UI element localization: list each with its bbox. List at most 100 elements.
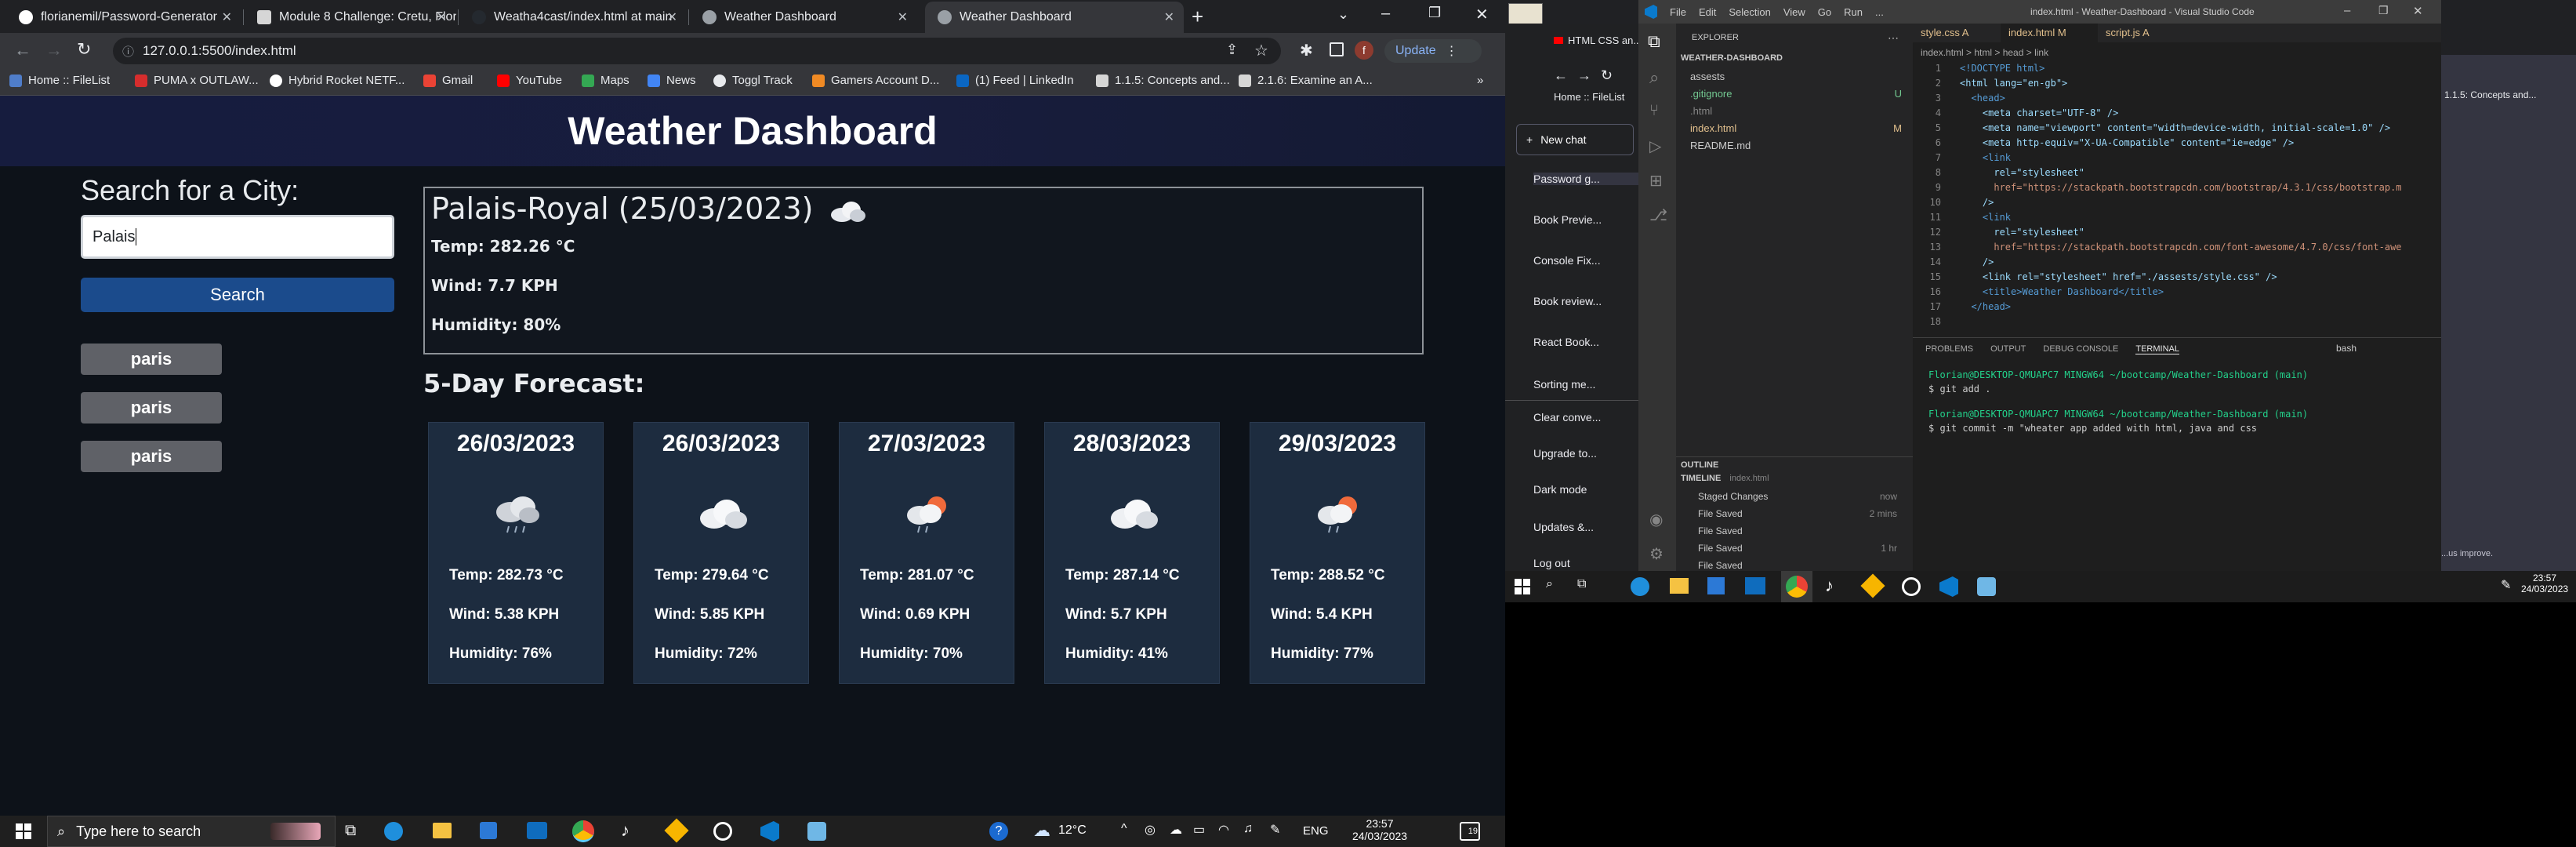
code-line[interactable]: 15 <link rel="stylesheet" href="./assest…	[1913, 271, 2441, 286]
account-icon[interactable]: ◉	[1649, 510, 1663, 529]
close-icon[interactable]: ✕	[222, 9, 232, 25]
source-control-icon[interactable]: ⑂	[1649, 102, 1659, 120]
search-button[interactable]: Search	[81, 278, 394, 312]
explorer-icon[interactable]: ⧉	[1648, 31, 1660, 52]
star-icon[interactable]: ☆	[1254, 41, 1268, 60]
bookmark-item[interactable]: 2.1.6: Examine an A...	[1239, 74, 1373, 87]
task-view-icon[interactable]: ⧉	[345, 822, 356, 840]
code-line[interactable]: 7 <link	[1913, 152, 2441, 167]
timeline-item[interactable]: File Saved	[1698, 525, 1897, 536]
code-line[interactable]: 1 <!DOCTYPE html>	[1913, 63, 2441, 78]
code-editor[interactable]: style.css A index.html M script.js A ind…	[1913, 24, 2441, 337]
reload-icon[interactable]: ↻	[77, 39, 91, 60]
code-line[interactable]: 18	[1913, 316, 2441, 331]
menu-view[interactable]: View	[1783, 6, 1805, 18]
panel-tab-problems[interactable]: PROBLEMS	[1925, 344, 1973, 354]
code-line[interactable]: 4 <meta charset="UTF-8" />	[1913, 107, 2441, 122]
code-line[interactable]: 10 />	[1913, 197, 2441, 212]
panel-tab-debug-console[interactable]: DEBUG CONSOLE	[2043, 344, 2118, 354]
extensions-icon[interactable]: ✱	[1300, 41, 1313, 60]
bookmark-item[interactable]: PUMA x OUTLAW...	[135, 74, 259, 87]
code-line[interactable]: 14 />	[1913, 256, 2441, 271]
volume-icon[interactable]: ♫	[1243, 822, 1253, 836]
battery-icon[interactable]: ▭	[1193, 822, 1205, 838]
chat-tab[interactable]: HTML CSS an...	[1554, 35, 1642, 46]
edge-icon[interactable]	[1631, 577, 1649, 596]
menu-run[interactable]: Run	[1844, 6, 1863, 18]
share-icon[interactable]: ⇪	[1226, 42, 1238, 58]
bookmark-item[interactable]: Home :: FileList	[9, 74, 110, 87]
bookmark-item[interactable]: (1) Feed | LinkedIn	[956, 74, 1074, 87]
bookmark-item[interactable]: Hybrid Rocket NETF...	[270, 74, 405, 87]
logout-button[interactable]: Log out	[1533, 557, 1651, 569]
menu-edit[interactable]: Edit	[1699, 6, 1716, 18]
timeline-item[interactable]: File Saved 1 hr	[1698, 543, 1897, 554]
tab-style-css[interactable]: style.css A	[1913, 24, 2001, 42]
search-icon[interactable]: ⌕	[1546, 577, 1553, 591]
code-line[interactable]: 3 <head>	[1913, 93, 2441, 107]
avatar[interactable]: f	[1355, 41, 1373, 60]
clock[interactable]: 23:57 24/03/2023	[2521, 573, 2568, 594]
code-line[interactable]: 8 rel="stylesheet"	[1913, 167, 2441, 182]
file-explorer-icon[interactable]	[433, 823, 452, 838]
chat-history-item[interactable]: React Book...	[1533, 336, 1651, 348]
store-icon[interactable]	[1707, 577, 1725, 594]
vscode-icon[interactable]	[1939, 576, 1958, 597]
wifi-icon[interactable]: ◠	[1218, 822, 1229, 838]
windows-start-icon[interactable]	[16, 823, 31, 839]
menu-file[interactable]: File	[1670, 6, 1686, 18]
timeline-section[interactable]: TIMELINE index.html	[1681, 474, 1769, 483]
windows-start-icon[interactable]	[1515, 579, 1530, 594]
more-icon[interactable]: ⋯	[1888, 31, 1899, 45]
code-line[interactable]: 9 href="https://stackpath.bootstrapcdn.c…	[1913, 182, 2441, 197]
app-icon[interactable]	[1902, 577, 1921, 596]
code-line[interactable]: 17 </head>	[1913, 301, 2441, 316]
back-icon[interactable]: ←	[1554, 67, 1568, 84]
update-button[interactable]: Update ⋮	[1384, 39, 1482, 63]
taskbar-search[interactable]: ⌕ Type here to search	[47, 816, 336, 847]
minimize-icon[interactable]: –	[1381, 5, 1390, 23]
file-item[interactable]: assests	[1690, 71, 1902, 82]
new-tab-button[interactable]: +	[1192, 5, 1203, 29]
chevron-up-icon[interactable]: ^	[1121, 822, 1127, 836]
file-item[interactable]: .gitignore U	[1690, 88, 1902, 100]
restore-icon[interactable]: ❐	[2378, 4, 2389, 17]
bookmark-item[interactable]: YouTube	[497, 74, 562, 87]
back-icon[interactable]: ←	[14, 40, 31, 60]
clear-conversations-button[interactable]: Clear conve...	[1533, 411, 1651, 424]
chat-bookmark[interactable]: Home :: FileList	[1554, 91, 1624, 103]
chrome-icon[interactable]	[572, 820, 594, 842]
search-input[interactable]: Palais	[81, 215, 394, 259]
history-button[interactable]: paris	[81, 441, 222, 472]
timeline-item[interactable]: Staged Changes now	[1698, 491, 1897, 502]
minimize-icon[interactable]: –	[2344, 4, 2350, 17]
chat-history-item[interactable]: Password g...	[1533, 173, 1651, 185]
chat-bookmark[interactable]: 1.1.5: Concepts and...	[2444, 89, 2536, 100]
extensions-icon[interactable]: ⊞	[1649, 171, 1663, 191]
vscode-icon[interactable]	[760, 821, 779, 842]
app-icon[interactable]	[713, 822, 732, 841]
more-bookmarks-button[interactable]: »	[1477, 74, 1483, 87]
tab-weather-dashboard-1[interactable]: Weather Dashboard ✕	[690, 2, 917, 33]
timeline-item[interactable]: File Saved	[1698, 560, 1897, 571]
help-icon[interactable]: ?	[989, 822, 1008, 841]
close-icon[interactable]: ✕	[437, 9, 447, 25]
tab-weather-dashboard-2[interactable]: Weather Dashboard ✕	[925, 2, 1184, 33]
remote-icon[interactable]: ⎇	[1649, 205, 1667, 225]
code-line[interactable]: 16 <title>Weather Dashboard</title>	[1913, 286, 2441, 301]
chevron-down-icon[interactable]: ⌄	[1337, 6, 1349, 23]
mail-icon[interactable]	[527, 822, 547, 839]
bookmark-item[interactable]: 1.1.5: Concepts and...	[1096, 74, 1230, 87]
sidepanel-icon[interactable]	[1330, 42, 1344, 56]
code-line[interactable]: 5 <meta name="viewport" content="width=d…	[1913, 122, 2441, 137]
chat-history-item[interactable]: Book Previe...	[1533, 213, 1651, 226]
menu-go[interactable]: Go	[1818, 6, 1831, 18]
pen-icon[interactable]: ✎	[2501, 577, 2511, 593]
task-view-icon[interactable]: ⧉	[1577, 577, 1586, 591]
outline-section[interactable]: OUTLINE	[1676, 456, 1913, 473]
chrome-icon[interactable]	[1786, 576, 1808, 598]
notifications-icon[interactable]: 19	[1460, 822, 1480, 841]
tab-weatha4cast[interactable]: Weatha4cast/index.html at main ✕	[459, 2, 687, 33]
forward-icon[interactable]: →	[1577, 67, 1591, 84]
close-window-icon[interactable]: ✕	[2413, 4, 2423, 18]
